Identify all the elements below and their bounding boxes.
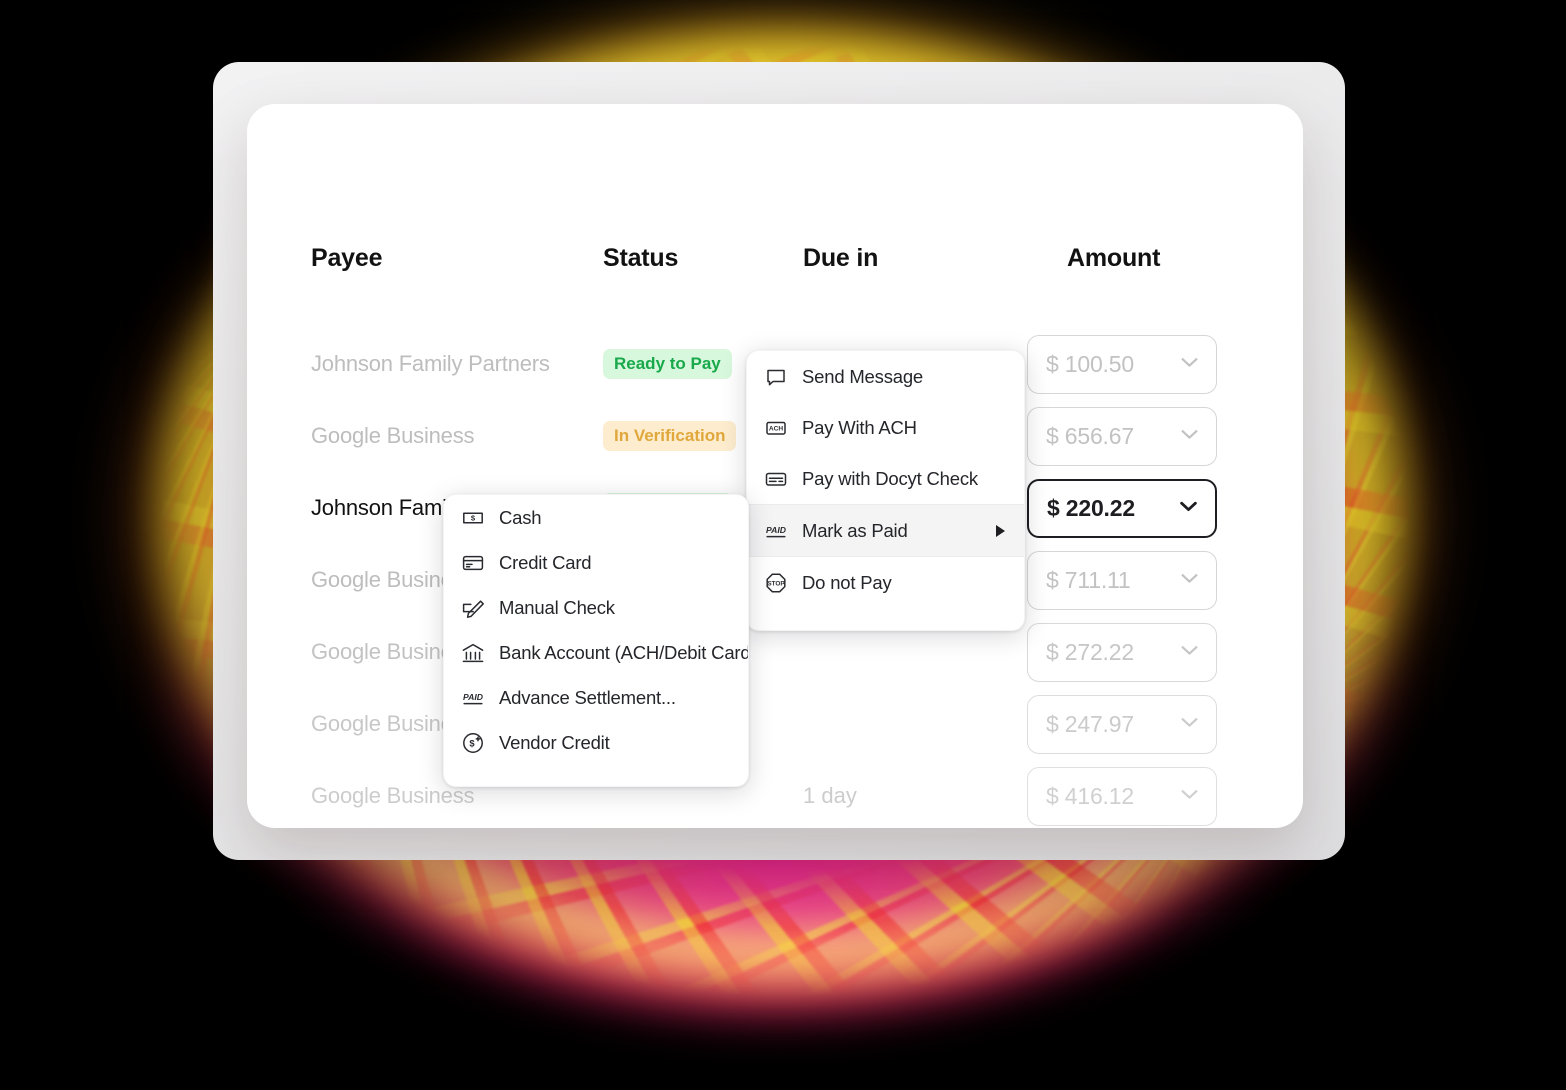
menu-item-label: Credit Card	[499, 551, 592, 573]
chevron-down-icon	[1181, 571, 1198, 589]
svg-text:PAID: PAID	[766, 525, 786, 535]
submenu-item-cash[interactable]: $ Cash	[444, 495, 748, 540]
chevron-down-icon	[1181, 355, 1198, 373]
cell-amount: $ 416.12	[1027, 766, 1217, 826]
svg-text:ACH: ACH	[769, 425, 784, 432]
cell-amount: $ 272.22	[1027, 622, 1217, 682]
paid-stamp-icon: PAID	[460, 685, 486, 711]
amount-value: $ 711.11	[1046, 566, 1131, 593]
submenu-item-vendor-credit[interactable]: $ Vendor Credit	[444, 720, 748, 765]
cell-status: In Verification	[603, 413, 737, 459]
paid-stamp-icon: PAID	[763, 518, 789, 544]
status-badge: Ready to Pay	[603, 349, 732, 379]
stop-sign-icon: STOP	[763, 570, 789, 596]
amount-dropdown[interactable]: $ 100.50	[1027, 334, 1217, 394]
cell-payee: Johnson Family Partners	[311, 351, 550, 376]
cell-amount: $ 247.97	[1027, 694, 1217, 754]
submenu-item-manual-check[interactable]: Manual Check	[444, 585, 748, 630]
cell-amount: $ 100.50	[1027, 334, 1217, 394]
svg-text:PAID: PAID	[463, 692, 483, 702]
column-header-payee: Payee	[311, 244, 383, 272]
column-header-status: Status	[603, 244, 679, 272]
column-header-amount: Amount	[1067, 244, 1161, 272]
amount-dropdown[interactable]: $ 220.22	[1027, 478, 1217, 538]
ach-card-icon: ACH	[763, 415, 789, 441]
dollar-plus-circle-icon: $	[460, 730, 486, 756]
amount-value: $ 272.22	[1046, 638, 1134, 665]
chevron-down-icon	[1181, 427, 1198, 445]
chevron-down-icon	[1180, 499, 1197, 517]
manual-check-icon	[460, 595, 486, 621]
menu-item-label: Bank Account (ACH/Debit Card)	[499, 641, 749, 663]
row-actions-context-menu[interactable]: Send Message ACH Pay With ACH Pay with Docy…	[746, 350, 1025, 631]
amount-dropdown[interactable]: $ 272.22	[1027, 622, 1217, 682]
amount-value: $ 416.12	[1046, 782, 1134, 809]
amount-dropdown[interactable]: $ 247.97	[1027, 694, 1217, 754]
menu-item-mark-as-paid[interactable]: PAID Mark as Paid	[747, 504, 1024, 557]
amount-value: $ 247.97	[1046, 710, 1134, 737]
submenu-arrow-icon	[996, 524, 1005, 537]
submenu-item-credit-card[interactable]: Credit Card	[444, 540, 748, 585]
mark-as-paid-submenu[interactable]: $ Cash Credit Card Manual Check Bank Account…	[443, 494, 749, 787]
bank-icon	[460, 640, 486, 666]
amount-value: $ 100.50	[1046, 350, 1134, 377]
menu-item-pay-with-ach[interactable]: ACH Pay With ACH	[747, 402, 1024, 453]
menu-item-label: Cash	[499, 506, 542, 528]
amount-dropdown[interactable]: $ 711.11	[1027, 550, 1217, 610]
credit-card-icon	[460, 550, 486, 576]
menu-item-label: Send Message	[802, 365, 924, 387]
cash-bill-icon: $	[460, 505, 486, 531]
amount-dropdown[interactable]: $ 416.12	[1027, 766, 1217, 826]
cell-amount: $ 656.67	[1027, 406, 1217, 466]
menu-item-label: Do not Pay	[802, 571, 892, 593]
menu-item-label: Manual Check	[499, 596, 615, 618]
amount-value: $ 656.67	[1046, 422, 1134, 449]
table-row[interactable]: Google Business 1 day $ 416.12	[247, 766, 1303, 826]
menu-item-pay-with-docyt-check[interactable]: Pay with Docyt Check	[747, 453, 1024, 504]
svg-text:$: $	[469, 737, 475, 748]
submenu-item-bank-account-ach-debit-card[interactable]: Bank Account (ACH/Debit Card)	[444, 630, 748, 675]
svg-text:$: $	[471, 513, 476, 522]
status-badge: In Verification	[603, 421, 737, 451]
table-row[interactable]: Google Business $ 247.97	[247, 694, 1303, 754]
menu-item-label: Pay With ACH	[802, 416, 917, 438]
menu-item-label: Mark as Paid	[802, 519, 908, 541]
cell-status: Ready to Pay	[603, 341, 732, 387]
cell-amount: $ 220.22	[1027, 478, 1217, 538]
message-bubble-icon	[763, 364, 789, 390]
column-header-due-in: Due in	[803, 244, 879, 272]
cell-payee: Google Business	[311, 423, 475, 448]
table-row[interactable]: Google Business $ 272.22	[247, 622, 1303, 682]
svg-text:STOP: STOP	[767, 580, 785, 587]
check-icon	[763, 466, 789, 492]
chevron-down-icon	[1181, 787, 1198, 805]
amount-dropdown[interactable]: $ 656.67	[1027, 406, 1217, 466]
chevron-down-icon	[1181, 715, 1198, 733]
menu-item-label: Vendor Credit	[499, 731, 610, 753]
chevron-down-icon	[1181, 643, 1198, 661]
submenu-item-advance-settlement[interactable]: PAID Advance Settlement...	[444, 675, 748, 720]
menu-item-label: Pay with Docyt Check	[802, 467, 978, 489]
amount-value: $ 220.22	[1047, 494, 1135, 521]
menu-item-label: Advance Settlement...	[499, 686, 676, 708]
cell-due-in: 1 day	[803, 783, 857, 808]
cell-amount: $ 711.11	[1027, 550, 1217, 610]
menu-item-send-message[interactable]: Send Message	[747, 351, 1024, 402]
menu-item-do-not-pay[interactable]: STOP Do not Pay	[747, 557, 1024, 608]
